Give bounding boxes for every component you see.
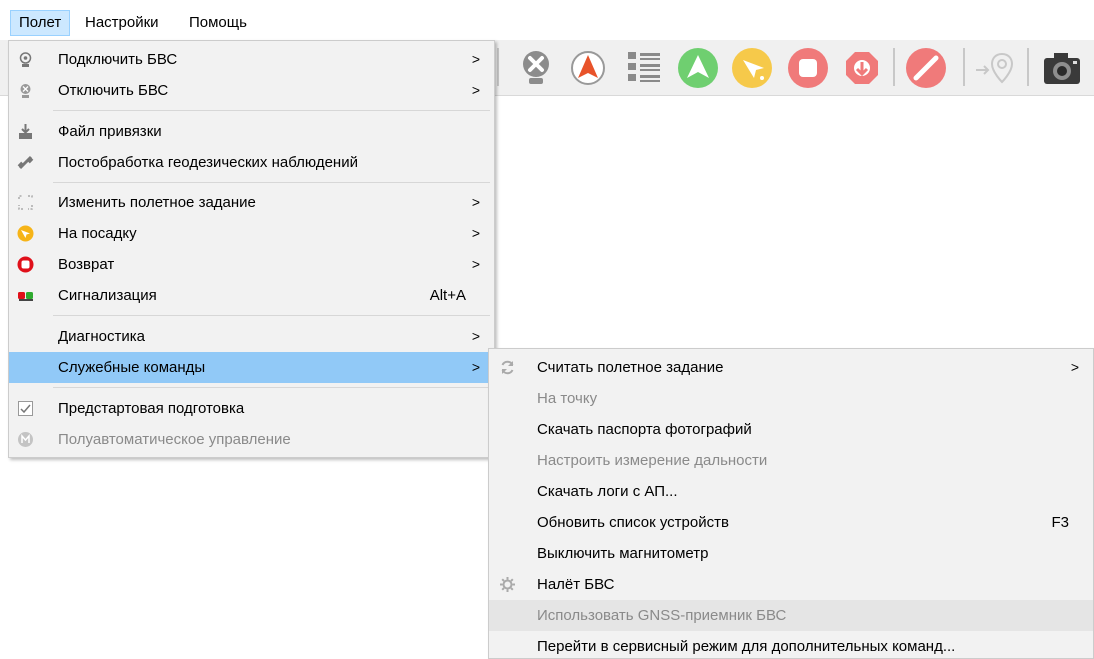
toolbar-separator [497,48,499,86]
menu-item-label: Предстартовая подготовка [58,400,245,417]
menu-item-label: Выключить магнитометр [537,545,709,562]
submenu-arrow-icon: > [471,359,480,375]
checkbox-icon [17,400,34,417]
link-icon[interactable] [904,46,948,90]
stop-icon[interactable] [786,46,830,90]
gear-icon [499,576,516,593]
menu-separator [53,387,490,388]
menu-item-postprocessing[interactable]: Постобработка геодезических наблюдений [9,147,494,178]
menu-item-binding-file[interactable]: Файл привязки [9,116,494,147]
toolbar-separator [1027,48,1029,86]
submenu-arrow-icon: > [1070,359,1079,375]
menu-item-label: Изменить полетное задание [58,194,256,211]
menu-item-label: Обновить список устройств [537,514,729,531]
menu-separator [53,110,490,111]
menu-item-label: Диагностика [58,328,145,345]
submenu-arrow-icon: > [471,82,480,98]
route-edit-icon [17,194,34,211]
menu-item-label: Налёт БВС [537,576,615,593]
submenu-item-read-flight-task[interactable]: Считать полетное задание > [489,352,1093,383]
menu-item-label: Считать полетное задание [537,359,724,376]
menu-item-alarm[interactable]: Сигнализация Alt+A [9,280,494,311]
flight-menu-dropdown: Подключить БВС > Отключить БВС > Файл пр… [8,40,495,458]
manual-mode-icon [17,431,34,448]
menu-item-label: Отключить БВС [58,82,169,99]
submenu-arrow-icon: > [471,51,480,67]
menu-item-label: Скачать паспорта фотографий [537,421,752,438]
compass-icon[interactable] [566,46,610,90]
menu-item-landing[interactable]: На посадку > [9,218,494,249]
menu-item-return[interactable]: Возврат > [9,249,494,280]
submenu-item-to-point[interactable]: На точку [489,383,1093,414]
menu-item-label: Скачать логи с АП... [537,483,678,500]
menu-item-label: На точку [537,390,598,407]
antenna-connect-icon [17,51,34,68]
submenu-item-download-logs[interactable]: Скачать логи с АП... [489,476,1093,507]
submenu-item-disable-magnetometer[interactable]: Выключить магнитометр [489,538,1093,569]
menu-item-label: Файл привязки [58,123,162,140]
menu-item-label: Служебные команды [58,359,206,376]
submenu-arrow-icon: > [471,328,480,344]
menu-item-service-commands[interactable]: Служебные команды > [9,352,494,383]
submenu-item-service-mode[interactable]: Перейти в сервисный режим для дополнител… [489,631,1093,659]
refresh-icon [499,359,516,376]
satellite-icon [17,154,34,171]
return-icon [17,256,34,273]
menu-item-connect-uav[interactable]: Подключить БВС > [9,44,494,75]
disconnect-icon[interactable] [514,46,558,90]
menu-item-label: Сигнализация [58,287,157,304]
menu-item-disconnect-uav[interactable]: Отключить БВС > [9,75,494,106]
menu-item-semi-auto[interactable]: Полуавтоматическое управление [9,424,494,455]
down-icon[interactable] [840,46,884,90]
alarm-icon [17,287,34,304]
landing-icon[interactable] [730,46,774,90]
menu-item-label: Постобработка геодезических наблюдений [58,154,358,171]
camera-icon[interactable] [1040,46,1084,90]
shortcut-label: F3 [1051,514,1069,531]
download-icon [17,123,34,140]
toolbar-separator [963,48,965,86]
menubar: Полет Настройки Помощь [0,0,1094,40]
menu-flight[interactable]: Полет [10,10,71,36]
submenu-item-uav-flight-time[interactable]: Налёт БВС [489,569,1093,600]
menu-item-label: Настроить измерение дальности [537,452,768,469]
takeoff-icon[interactable] [676,46,720,90]
menu-item-label: Перейти в сервисный режим для дополнител… [537,638,956,655]
service-commands-submenu: Считать полетное задание > На точку Скач… [488,348,1094,659]
menu-item-label: Полуавтоматическое управление [58,431,291,448]
toolbar-separator [893,48,895,86]
submenu-item-refresh-devices[interactable]: Обновить список устройств F3 [489,507,1093,538]
submenu-arrow-icon: > [471,194,480,210]
menu-item-label: На посадку [58,225,137,242]
submenu-arrow-icon: > [471,256,480,272]
menu-item-label: Использовать GNSS-приемник БВС [537,607,787,624]
landing-icon [17,225,34,242]
list-icon[interactable] [622,46,666,90]
menu-item-diagnostics[interactable]: Диагностика > [9,321,494,352]
submenu-arrow-icon: > [471,225,480,241]
menu-item-label: Подключить БВС [58,51,178,68]
menu-separator [53,315,490,316]
menu-item-edit-flight-task[interactable]: Изменить полетное задание > [9,187,494,218]
submenu-item-download-photo-passports[interactable]: Скачать паспорта фотографий [489,414,1093,445]
menu-help[interactable]: Помощь [181,10,255,36]
submenu-item-range-measurement[interactable]: Настроить измерение дальности [489,445,1093,476]
waypoint-icon[interactable] [972,46,1016,90]
submenu-item-use-gnss[interactable]: Использовать GNSS-приемник БВС [489,600,1093,631]
antenna-disconnect-icon [17,82,34,99]
menu-separator [53,182,490,183]
menu-item-prestart[interactable]: Предстартовая подготовка [9,393,494,424]
menu-settings[interactable]: Настройки [77,10,167,36]
menu-item-label: Возврат [58,256,115,273]
shortcut-label: Alt+A [429,287,466,304]
